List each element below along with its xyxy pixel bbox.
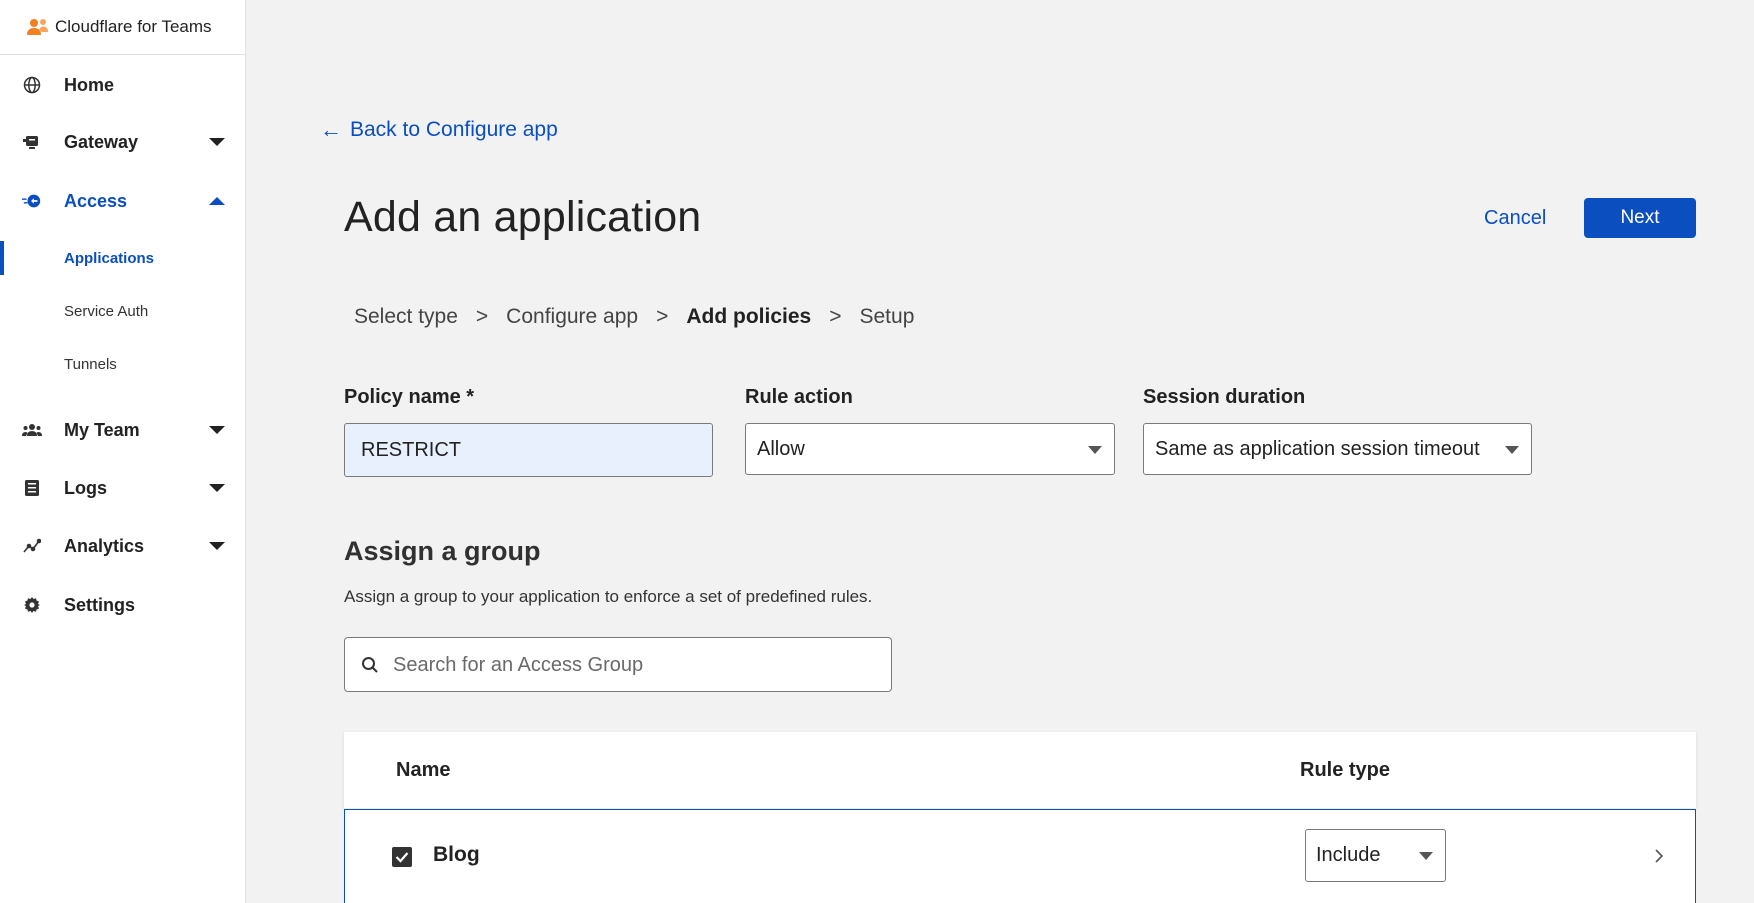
rule-action-value: Allow xyxy=(757,437,805,460)
step-add-policies: Add policies xyxy=(686,305,812,328)
sidebar-item-access[interactable]: Access xyxy=(0,181,246,221)
group-search-box[interactable] xyxy=(344,637,892,692)
logs-icon xyxy=(22,478,42,498)
rule-type-select[interactable]: Include xyxy=(1305,829,1446,882)
dropdown-arrow-icon xyxy=(1505,446,1519,454)
chevron-down-icon[interactable] xyxy=(209,542,225,550)
table-header: Name Rule type xyxy=(344,732,1696,808)
access-icon xyxy=(22,191,42,211)
rule-action-select[interactable]: Allow xyxy=(745,423,1115,475)
sidebar: Cloudflare for Teams Home Gateway Access… xyxy=(0,0,246,903)
team-icon xyxy=(22,420,42,440)
policy-name-label: Policy name * xyxy=(344,386,475,408)
group-search-input[interactable] xyxy=(393,648,873,682)
wizard-steps: Select type > Configure app > Add polici… xyxy=(354,305,914,329)
back-to-configure-link[interactable]: ← Back to Configure app xyxy=(320,117,558,143)
step-separator: > xyxy=(475,305,489,328)
sidebar-item-label: Settings xyxy=(64,594,136,615)
next-button[interactable]: Next xyxy=(1584,198,1696,238)
rule-type-value: Include xyxy=(1316,844,1381,866)
checkmark-icon xyxy=(395,852,409,863)
step-select-type: Select type xyxy=(354,305,458,328)
sidebar-item-label: Logs xyxy=(64,477,107,498)
sidebar-item-gateway[interactable]: Gateway xyxy=(0,122,246,162)
sidebar-item-label: My Team xyxy=(64,419,140,440)
step-separator: > xyxy=(829,305,842,328)
sidebar-item-label: Home xyxy=(64,74,115,95)
sidebar-item-label: Access xyxy=(64,190,128,211)
sidebar-subitem-label: Applications xyxy=(64,249,155,267)
table-row[interactable]: Blog Include xyxy=(344,809,1696,903)
access-groups-table: Name Rule type Blog Include xyxy=(344,732,1696,903)
step-configure-app: Configure app xyxy=(506,305,639,328)
sidebar-item-logs[interactable]: Logs xyxy=(0,468,246,508)
page-title: Add an application xyxy=(344,193,702,241)
globe-icon xyxy=(22,75,42,95)
sidebar-subitem-label: Tunnels xyxy=(64,355,117,373)
analytics-icon xyxy=(22,536,42,556)
assign-group-heading: Assign a group xyxy=(344,536,541,566)
dropdown-arrow-icon xyxy=(1419,852,1433,860)
group-name: Blog xyxy=(433,843,480,866)
brand-header[interactable]: Cloudflare for Teams xyxy=(0,0,245,55)
back-link-label: Back to Configure app xyxy=(350,118,558,141)
dropdown-arrow-icon xyxy=(1088,446,1102,454)
arrow-left-icon: ← xyxy=(320,117,342,142)
gateway-icon xyxy=(22,132,42,152)
chevron-right-icon[interactable] xyxy=(1649,846,1669,866)
step-setup: Setup xyxy=(859,305,915,328)
chevron-down-icon[interactable] xyxy=(209,484,225,492)
sidebar-item-label: Analytics xyxy=(64,535,145,556)
sidebar-item-analytics[interactable]: Analytics xyxy=(0,526,246,566)
rule-action-label: Rule action xyxy=(745,386,853,408)
chevron-down-icon[interactable] xyxy=(209,138,225,146)
cancel-button[interactable]: Cancel xyxy=(1468,198,1562,238)
sidebar-item-settings[interactable]: Settings xyxy=(0,585,246,625)
policy-name-input[interactable] xyxy=(344,423,713,477)
gear-icon xyxy=(22,595,42,615)
sidebar-subitem-service-auth[interactable]: Service Auth xyxy=(0,294,246,328)
sidebar-subitem-label: Service Auth xyxy=(64,302,149,320)
sidebar-subitem-tunnels[interactable]: Tunnels xyxy=(0,347,246,381)
step-separator: > xyxy=(656,305,669,328)
sidebar-item-label: Gateway xyxy=(64,131,139,152)
sidebar-subitem-applications[interactable]: Applications xyxy=(0,241,246,275)
sidebar-item-my-team[interactable]: My Team xyxy=(0,410,246,450)
row-checkbox[interactable] xyxy=(392,847,412,867)
chevron-up-icon[interactable] xyxy=(209,197,225,205)
chevron-down-icon[interactable] xyxy=(209,426,225,434)
assign-group-description: Assign a group to your application to en… xyxy=(344,587,873,606)
brand-name: Cloudflare for Teams xyxy=(55,17,212,36)
column-header-rule-type: Rule type xyxy=(1300,759,1391,781)
search-icon xyxy=(361,656,379,674)
team-logo-icon xyxy=(26,17,50,37)
sidebar-item-home[interactable]: Home xyxy=(0,65,246,105)
session-duration-label: Session duration xyxy=(1143,386,1306,408)
column-header-name: Name xyxy=(396,759,451,781)
session-duration-select[interactable]: Same as application session timeout xyxy=(1143,423,1532,475)
session-duration-value: Same as application session timeout xyxy=(1155,437,1480,460)
